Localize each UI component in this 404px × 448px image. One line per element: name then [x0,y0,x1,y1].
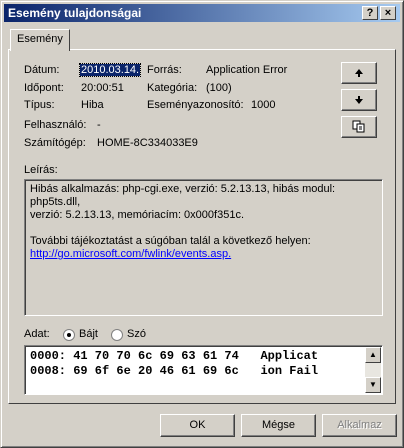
hex-row-2: 0008: 69 6f 6e 20 46 61 69 6c ion Fail [30,364,319,378]
data-hex-view[interactable]: 0000: 41 70 70 6c 69 63 61 74 Applicat 0… [24,345,383,395]
category-label: Kategória: [147,82,198,94]
computer-label: Számítógép: [24,137,86,149]
apply-button[interactable]: Alkalmaz [322,414,397,437]
help-link[interactable]: http://go.microsoft.com/fwlink/events.as… [30,248,231,260]
description-line-1: Hibás alkalmazás: php-cgi.exe, verzió: 5… [30,183,336,208]
close-button[interactable]: × [380,6,396,20]
description-line-3: További tájékoztatást a súgóban talál a … [30,235,311,247]
event-properties-window: Esemény tulajdonságai ? × Esemény Dátum:… [0,0,404,448]
hex-row-1: 0000: 41 70 70 6c 69 63 61 74 Applicat [30,349,319,363]
date-value[interactable]: 2010.03.14. [78,63,142,77]
help-button[interactable]: ? [362,6,378,20]
tab-event[interactable]: Esemény [10,29,70,51]
bytes-radio[interactable] [63,329,75,341]
computer-value: HOME-8C334033E9 [97,137,198,149]
event-id-value: 1000 [251,99,276,111]
date-label: Dátum: [24,64,60,76]
user-value: - [97,119,101,131]
title-bar[interactable]: Esemény tulajdonságai ? × [4,4,400,22]
scroll-down-button[interactable]: ▼ [365,377,381,393]
copy-icon [352,120,365,133]
time-label: Időpont: [24,82,64,94]
previous-event-button[interactable] [341,62,377,84]
hex-scrollbar[interactable]: ▲ ▼ [365,347,381,393]
category-value: (100) [206,82,232,94]
ok-button[interactable]: OK [160,414,235,437]
data-label: Adat: [24,328,50,340]
copy-button[interactable] [341,116,377,138]
cancel-button[interactable]: Mégse [241,414,316,437]
tab-event-label: Esemény [17,33,63,45]
type-value: Hiba [81,99,104,111]
down-arrow-icon [355,96,363,104]
time-value: 20:00:51 [81,82,124,94]
up-arrow-icon [355,69,363,77]
words-radio[interactable] [111,329,123,341]
description-line-2: verzió: 5.2.13.13, memóriacím: 0x000f351… [30,209,244,221]
type-label: Típus: [24,99,55,111]
source-label: Forrás: [147,64,182,76]
source-value: Application Error [206,64,288,76]
words-radio-label[interactable]: Szó [127,328,146,340]
description-label: Leírás: [24,164,58,176]
scroll-up-button[interactable]: ▲ [365,347,381,363]
description-box[interactable]: Hibás alkalmazás: php-cgi.exe, verzió: 5… [24,179,383,316]
window-title: Esemény tulajdonságai [8,6,142,20]
user-label: Felhasználó: [24,119,87,131]
bytes-radio-label[interactable]: Bájt [79,328,98,340]
next-event-button[interactable] [341,89,377,111]
event-id-label: Eseményazonosító: [147,99,244,111]
